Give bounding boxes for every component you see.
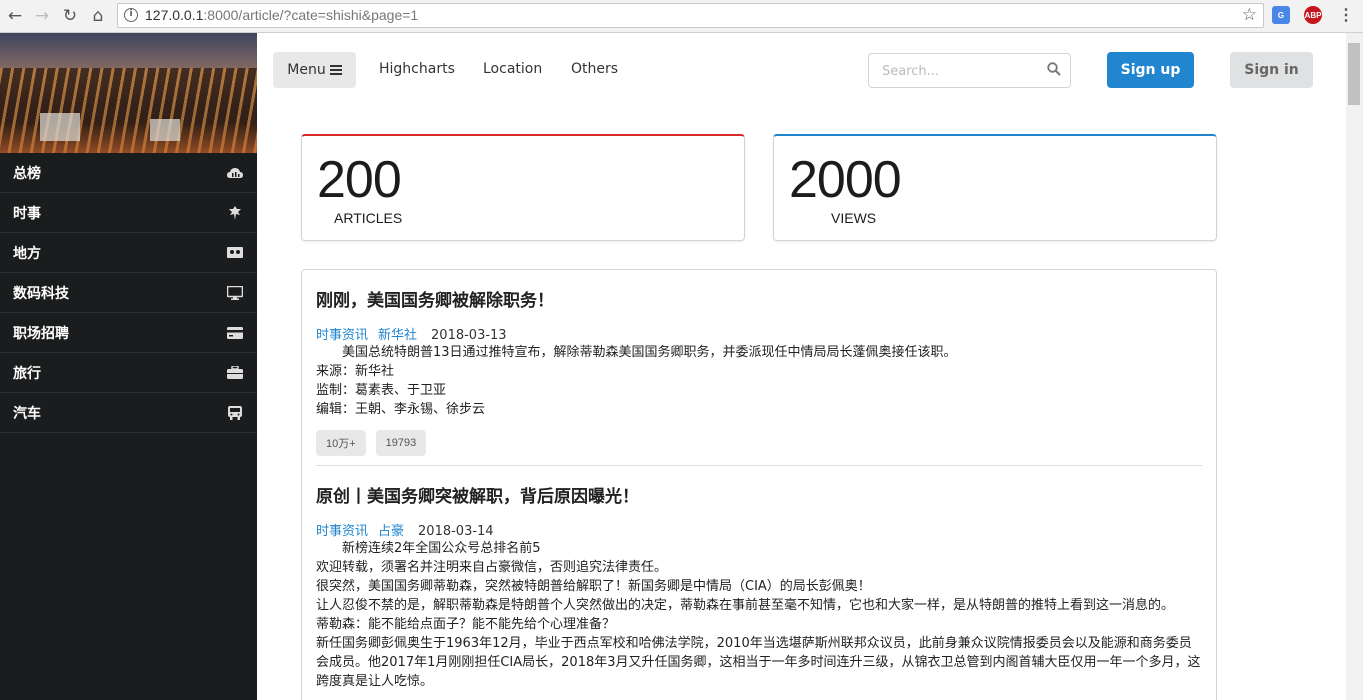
- article-summary: 美国总统特朗普13日通过推特宣布，解除蒂勒森美国国务卿职务，并委派现任中情局局长…: [316, 345, 957, 417]
- forward-icon[interactable]: →: [31, 5, 53, 27]
- like-count-label: 19793: [375, 430, 427, 456]
- article-summary: 新榜连续2年全国公众号总排名前5 欢迎转载，须署名并注明来自占豪微信，否则追究法…: [316, 541, 1201, 689]
- search-icon[interactable]: [1047, 62, 1061, 76]
- article-item: 刚刚，美国国务卿被解除职务！ 时事资讯 新华社 2018-03-13 美国总统特朗普…: [316, 286, 1202, 456]
- article-date: 2018-03-13: [431, 328, 507, 343]
- article-source[interactable]: 新华社: [378, 328, 417, 343]
- article-meta: 时事资讯 占豪 2018-03-14: [316, 520, 1202, 539]
- page-scrollbar[interactable]: [1346, 33, 1363, 700]
- bookmark-star-icon[interactable]: ☆: [1242, 5, 1257, 25]
- nav-link-location[interactable]: Location: [483, 61, 542, 77]
- address-bar[interactable]: i 127.0.0.1:8000/article/?cate=shishi&pa…: [117, 3, 1264, 28]
- sidebar-item-zhichangzhaopin[interactable]: 职场招聘: [0, 313, 257, 353]
- cloud-upload-icon: [227, 166, 243, 180]
- sidebar-item-shishi[interactable]: 时事: [0, 193, 257, 233]
- url-text[interactable]: 127.0.0.1:8000/article/?cate=shishi&page…: [145, 7, 418, 23]
- nav-link-highcharts[interactable]: Highcharts: [379, 61, 455, 77]
- read-count-label: 10万+: [316, 430, 366, 456]
- translate-extension-icon[interactable]: G: [1272, 6, 1290, 24]
- article-date: 2018-03-14: [418, 524, 494, 539]
- article-title[interactable]: 刚刚，美国国务卿被解除职务！: [316, 286, 1202, 311]
- views-label: VIEWS: [831, 210, 877, 226]
- bus-icon: [227, 405, 243, 420]
- signin-button[interactable]: Sign in: [1230, 52, 1313, 88]
- leaf-icon: [227, 205, 243, 220]
- adblock-extension-icon[interactable]: ABP: [1304, 6, 1322, 24]
- articles-label: ARTICLES: [334, 210, 403, 226]
- sidebar-item-shumakeji[interactable]: 数码科技: [0, 273, 257, 313]
- sidebar-item-lvxing[interactable]: 旅行: [0, 353, 257, 393]
- article-item: 原创丨美国务卿突被解职，背后原因曝光！ 时事资讯 占豪 2018-03-14 新榜连…: [316, 465, 1202, 691]
- article-meta: 时事资讯 新华社 2018-03-13: [316, 324, 1202, 343]
- info-icon[interactable]: i: [124, 8, 138, 22]
- article-list: 刚刚，美国国务卿被解除职务！ 时事资讯 新华社 2018-03-13 美国总统特朗普…: [301, 269, 1217, 700]
- suitcase-icon: [227, 366, 243, 380]
- sidebar: 总榜 时事 地方 数码科技 职场招聘 旅行 汽车: [0, 33, 257, 700]
- article-source[interactable]: 占豪: [378, 524, 404, 539]
- browser-toolbar: ← → ↻ ⌂ i 127.0.0.1:8000/article/?cate=s…: [0, 0, 1363, 33]
- signup-button[interactable]: Sign up: [1107, 52, 1194, 88]
- sidebar-banner-image: [0, 33, 257, 153]
- sidebar-item-qiche[interactable]: 汽车: [0, 393, 257, 433]
- home-icon[interactable]: ⌂: [87, 5, 109, 27]
- menu-button[interactable]: Menu: [273, 52, 356, 88]
- nav-link-others[interactable]: Others: [571, 61, 618, 77]
- monitor-icon: [227, 285, 243, 300]
- credit-card-icon: [227, 326, 243, 340]
- articles-stat-card: 200 ARTICLES: [301, 134, 745, 241]
- search-input[interactable]: Search...: [868, 53, 1071, 88]
- views-count: 2000: [789, 151, 902, 209]
- article-tag[interactable]: 时事资讯: [316, 328, 368, 343]
- sidebar-item-difang[interactable]: 地方: [0, 233, 257, 273]
- articles-count: 200: [317, 151, 402, 209]
- sidebar-item-zongbang[interactable]: 总榜: [0, 153, 257, 193]
- hamburger-icon: [329, 65, 342, 75]
- article-tag[interactable]: 时事资讯: [316, 524, 368, 539]
- map-icon: [227, 246, 243, 260]
- back-icon[interactable]: ←: [4, 5, 26, 27]
- article-title[interactable]: 原创丨美国务卿突被解职，背后原因曝光！: [316, 482, 1202, 507]
- reload-icon[interactable]: ↻: [59, 5, 81, 27]
- scrollbar-thumb[interactable]: [1348, 43, 1360, 105]
- views-stat-card: 2000 VIEWS: [773, 134, 1217, 241]
- browser-menu-icon[interactable]: ⋮: [1337, 6, 1355, 24]
